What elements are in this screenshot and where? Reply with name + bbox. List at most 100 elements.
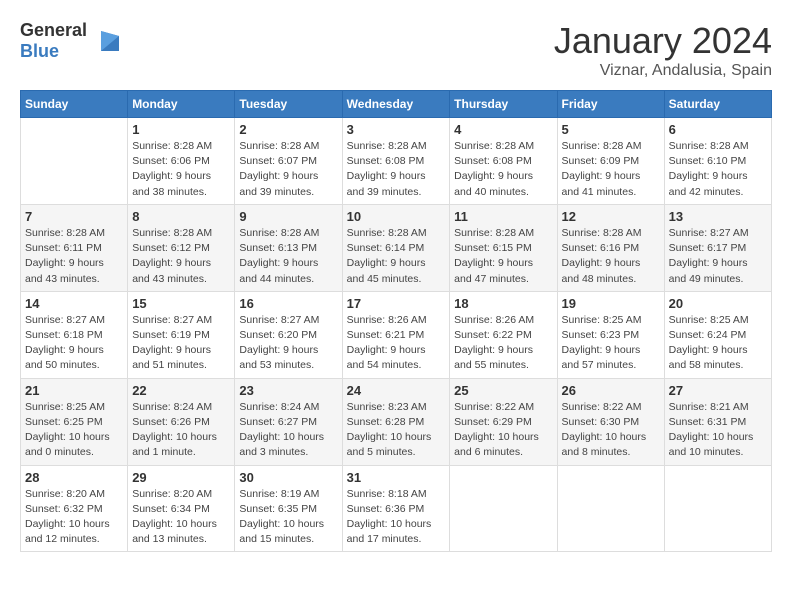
day-number: 30 xyxy=(239,470,337,485)
calendar-header-row: SundayMondayTuesdayWednesdayThursdayFrid… xyxy=(21,91,772,118)
day-number: 29 xyxy=(132,470,230,485)
day-info: Sunrise: 8:25 AMSunset: 6:24 PMDaylight:… xyxy=(669,313,767,374)
day-number: 15 xyxy=(132,296,230,311)
calendar-cell xyxy=(450,465,557,552)
day-number: 11 xyxy=(454,209,552,224)
day-info: Sunrise: 8:28 AMSunset: 6:16 PMDaylight:… xyxy=(562,226,660,287)
day-number: 13 xyxy=(669,209,767,224)
day-info: Sunrise: 8:19 AMSunset: 6:35 PMDaylight:… xyxy=(239,487,337,548)
day-info: Sunrise: 8:28 AMSunset: 6:08 PMDaylight:… xyxy=(347,139,446,200)
day-number: 20 xyxy=(669,296,767,311)
day-number: 23 xyxy=(239,383,337,398)
calendar-cell: 25Sunrise: 8:22 AMSunset: 6:29 PMDayligh… xyxy=(450,378,557,465)
day-info: Sunrise: 8:27 AMSunset: 6:20 PMDaylight:… xyxy=(239,313,337,374)
day-info: Sunrise: 8:28 AMSunset: 6:08 PMDaylight:… xyxy=(454,139,552,200)
day-info: Sunrise: 8:24 AMSunset: 6:26 PMDaylight:… xyxy=(132,400,230,461)
calendar-cell: 30 Sunrise: 8:19 AMSunset: 6:35 PMDayligh… xyxy=(235,465,342,552)
header-sunday: Sunday xyxy=(21,91,128,118)
calendar-week-2: 7 Sunrise: 8:28 AMSunset: 6:11 PMDaylight… xyxy=(21,204,772,291)
day-info: Sunrise: 8:28 AMSunset: 6:09 PMDaylight:… xyxy=(562,139,660,200)
day-number: 5 xyxy=(562,122,660,137)
calendar-cell: 20 Sunrise: 8:25 AMSunset: 6:24 PMDayligh… xyxy=(664,291,771,378)
day-info: Sunrise: 8:21 AMSunset: 6:31 PMDaylight:… xyxy=(669,400,767,461)
day-number: 4 xyxy=(454,122,552,137)
header-saturday: Saturday xyxy=(664,91,771,118)
day-number: 9 xyxy=(239,209,337,224)
day-number: 10 xyxy=(347,209,446,224)
day-info: Sunrise: 8:28 AMSunset: 6:10 PMDaylight:… xyxy=(669,139,767,200)
day-number: 19 xyxy=(562,296,660,311)
day-number: 31 xyxy=(347,470,446,485)
day-number: 22 xyxy=(132,383,230,398)
calendar-cell: 15 Sunrise: 8:27 AMSunset: 6:19 PMDayligh… xyxy=(128,291,235,378)
day-number: 12 xyxy=(562,209,660,224)
day-info: Sunrise: 8:18 AMSunset: 6:36 PMDaylight:… xyxy=(347,487,446,548)
day-number: 2 xyxy=(239,122,337,137)
calendar-cell: 14Sunrise: 8:27 AMSunset: 6:18 PMDayligh… xyxy=(21,291,128,378)
calendar-cell xyxy=(21,118,128,205)
logo-icon xyxy=(91,26,121,56)
day-info: Sunrise: 8:25 AMSunset: 6:25 PMDaylight:… xyxy=(25,400,123,461)
day-number: 26 xyxy=(562,383,660,398)
calendar-cell: 4 Sunrise: 8:28 AMSunset: 6:08 PMDaylight… xyxy=(450,118,557,205)
calendar-week-5: 28Sunrise: 8:20 AMSunset: 6:32 PMDayligh… xyxy=(21,465,772,552)
day-info: Sunrise: 8:27 AMSunset: 6:19 PMDaylight:… xyxy=(132,313,230,374)
calendar-cell: 16 Sunrise: 8:27 AMSunset: 6:20 PMDayligh… xyxy=(235,291,342,378)
title-block: January 2024 Viznar, Andalusia, Spain xyxy=(554,20,772,80)
day-number: 8 xyxy=(132,209,230,224)
calendar-cell: 23Sunrise: 8:24 AMSunset: 6:27 PMDayligh… xyxy=(235,378,342,465)
day-number: 6 xyxy=(669,122,767,137)
calendar-cell: 2 Sunrise: 8:28 AMSunset: 6:07 PMDaylight… xyxy=(235,118,342,205)
day-info: Sunrise: 8:22 AMSunset: 6:30 PMDaylight:… xyxy=(562,400,660,461)
calendar-cell: 8 Sunrise: 8:28 AMSunset: 6:12 PMDaylight… xyxy=(128,204,235,291)
logo: General Blue xyxy=(20,20,121,62)
day-number: 24 xyxy=(347,383,446,398)
calendar-table: SundayMondayTuesdayWednesdayThursdayFrid… xyxy=(20,90,772,552)
day-info: Sunrise: 8:20 AMSunset: 6:34 PMDaylight:… xyxy=(132,487,230,548)
calendar-cell: 11Sunrise: 8:28 AMSunset: 6:15 PMDayligh… xyxy=(450,204,557,291)
day-info: Sunrise: 8:28 AMSunset: 6:13 PMDaylight:… xyxy=(239,226,337,287)
calendar-cell: 19 Sunrise: 8:25 AMSunset: 6:23 PMDayligh… xyxy=(557,291,664,378)
calendar-cell: 18 Sunrise: 8:26 AMSunset: 6:22 PMDayligh… xyxy=(450,291,557,378)
calendar-cell: 27 Sunrise: 8:21 AMSunset: 6:31 PMDayligh… xyxy=(664,378,771,465)
day-info: Sunrise: 8:25 AMSunset: 6:23 PMDaylight:… xyxy=(562,313,660,374)
day-info: Sunrise: 8:27 AMSunset: 6:17 PMDaylight:… xyxy=(669,226,767,287)
calendar-cell: 26 Sunrise: 8:22 AMSunset: 6:30 PMDayligh… xyxy=(557,378,664,465)
day-number: 7 xyxy=(25,209,123,224)
calendar-cell: 1Sunrise: 8:28 AMSunset: 6:06 PMDaylight… xyxy=(128,118,235,205)
day-info: Sunrise: 8:20 AMSunset: 6:32 PMDaylight:… xyxy=(25,487,123,548)
day-number: 27 xyxy=(669,383,767,398)
calendar-cell: 5 Sunrise: 8:28 AMSunset: 6:09 PMDaylight… xyxy=(557,118,664,205)
day-info: Sunrise: 8:28 AMSunset: 6:14 PMDaylight:… xyxy=(347,226,446,287)
calendar-cell: 31 Sunrise: 8:18 AMSunset: 6:36 PMDayligh… xyxy=(342,465,450,552)
header-monday: Monday xyxy=(128,91,235,118)
day-info: Sunrise: 8:28 AMSunset: 6:12 PMDaylight:… xyxy=(132,226,230,287)
day-number: 16 xyxy=(239,296,337,311)
calendar-cell: 28Sunrise: 8:20 AMSunset: 6:32 PMDayligh… xyxy=(21,465,128,552)
calendar-cell: 9 Sunrise: 8:28 AMSunset: 6:13 PMDaylight… xyxy=(235,204,342,291)
calendar-week-4: 21 Sunrise: 8:25 AMSunset: 6:25 PMDayligh… xyxy=(21,378,772,465)
day-number: 18 xyxy=(454,296,552,311)
calendar-cell: 24Sunrise: 8:23 AMSunset: 6:28 PMDayligh… xyxy=(342,378,450,465)
day-info: Sunrise: 8:28 AMSunset: 6:07 PMDaylight:… xyxy=(239,139,337,200)
day-info: Sunrise: 8:28 AMSunset: 6:11 PMDaylight:… xyxy=(25,226,123,287)
header-friday: Friday xyxy=(557,91,664,118)
calendar-cell: 22 Sunrise: 8:24 AMSunset: 6:26 PMDayligh… xyxy=(128,378,235,465)
header-tuesday: Tuesday xyxy=(235,91,342,118)
calendar-cell: 10 Sunrise: 8:28 AMSunset: 6:14 PMDayligh… xyxy=(342,204,450,291)
calendar-week-1: 1Sunrise: 8:28 AMSunset: 6:06 PMDaylight… xyxy=(21,118,772,205)
calendar-cell: 3 Sunrise: 8:28 AMSunset: 6:08 PMDaylight… xyxy=(342,118,450,205)
location-title: Viznar, Andalusia, Spain xyxy=(554,62,772,80)
calendar-cell: 17Sunrise: 8:26 AMSunset: 6:21 PMDayligh… xyxy=(342,291,450,378)
header-thursday: Thursday xyxy=(450,91,557,118)
calendar-week-3: 14Sunrise: 8:27 AMSunset: 6:18 PMDayligh… xyxy=(21,291,772,378)
day-number: 3 xyxy=(347,122,446,137)
day-info: Sunrise: 8:26 AMSunset: 6:22 PMDaylight:… xyxy=(454,313,552,374)
header-wednesday: Wednesday xyxy=(342,91,450,118)
day-number: 21 xyxy=(25,383,123,398)
day-info: Sunrise: 8:27 AMSunset: 6:18 PMDaylight:… xyxy=(25,313,123,374)
day-number: 1 xyxy=(132,122,230,137)
month-title: January 2024 xyxy=(554,20,772,62)
calendar-cell: 13 Sunrise: 8:27 AMSunset: 6:17 PMDayligh… xyxy=(664,204,771,291)
logo-blue: Blue xyxy=(20,41,59,61)
